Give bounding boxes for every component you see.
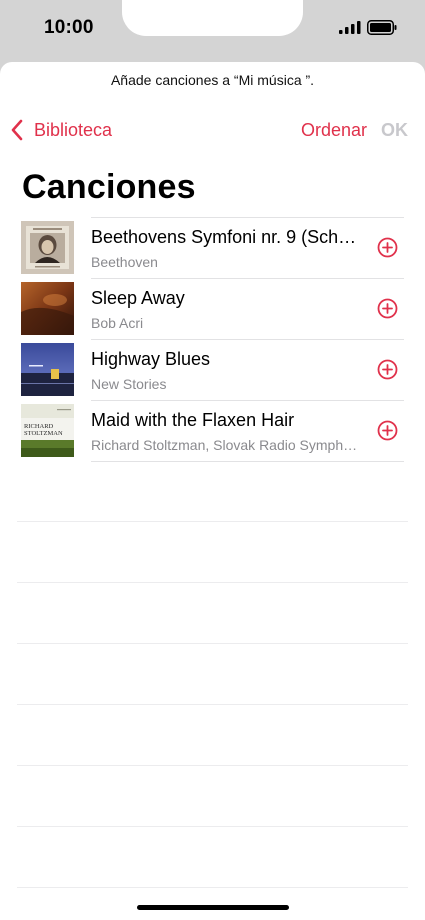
song-artist: Beethoven: [91, 254, 158, 270]
svg-text:STOLTZMAN: STOLTZMAN: [24, 430, 63, 437]
home-indicator[interactable]: [137, 905, 289, 910]
album-artwork: [21, 221, 74, 274]
empty-row-divider: [17, 521, 408, 522]
notch: [122, 0, 303, 36]
row-divider: [91, 278, 404, 279]
song-title: Beethovens Symfoni nr. 9 (Scherzo): [91, 227, 361, 247]
empty-row-divider: [17, 582, 408, 583]
album-artwork: [21, 282, 74, 335]
ok-button[interactable]: OK: [381, 120, 408, 141]
add-circle-icon[interactable]: [377, 237, 398, 258]
song-title: Highway Blues: [91, 349, 211, 369]
row-divider: [91, 339, 404, 340]
row-divider: [91, 217, 404, 218]
battery-icon: [367, 20, 397, 35]
song-title: Sleep Away: [91, 288, 185, 308]
sort-button[interactable]: Ordenar: [301, 120, 367, 141]
song-title: Maid with the Flaxen Hair: [91, 410, 295, 430]
chevron-left-icon: [11, 119, 23, 141]
svg-text:RICHARD: RICHARD: [24, 423, 54, 430]
empty-row-divider: [17, 887, 408, 888]
beethoven-portrait-image: [21, 221, 74, 274]
song-artist: New Stories: [91, 376, 167, 392]
cellular-signal-icon: [339, 21, 361, 34]
song-artist: Richard Stoltzman, Slovak Radio Symphony…: [91, 437, 361, 453]
back-button-label: Biblioteca: [34, 119, 113, 140]
add-circle-icon[interactable]: [377, 359, 398, 380]
list-item[interactable]: Beethovens Symfoni nr. 9 (Scherzo) Beeth…: [0, 217, 425, 278]
song-list: Beethovens Symfoni nr. 9 (Scherzo) Beeth…: [0, 217, 425, 462]
highway-blues-cover-image: [21, 343, 74, 396]
album-artwork: RICHARD STOLTZMAN: [21, 404, 74, 457]
status-bar: 10:00: [0, 0, 425, 60]
empty-row-divider: [17, 643, 408, 644]
add-songs-sheet: Añade canciones a “Mi música ”. Bibliote…: [0, 62, 425, 920]
album-artwork: [21, 343, 74, 396]
add-circle-icon[interactable]: [377, 420, 398, 441]
stoltzman-cover-image: RICHARD STOLTZMAN: [21, 404, 74, 457]
empty-row-divider: [17, 704, 408, 705]
back-button[interactable]: Biblioteca: [10, 118, 112, 142]
add-circle-icon[interactable]: [377, 298, 398, 319]
status-time: 10:00: [44, 17, 94, 38]
empty-row-divider: [17, 826, 408, 827]
sheet-prompt: Añade canciones a “Mi música ”.: [110, 72, 315, 88]
list-item[interactable]: RICHARD STOLTZMAN Maid with the Flaxen H…: [0, 400, 425, 461]
row-divider: [91, 400, 404, 401]
row-divider: [91, 461, 404, 462]
empty-row-divider: [17, 765, 408, 766]
sleep-away-cover-image: [21, 282, 74, 335]
song-artist: Bob Acri: [91, 315, 144, 331]
list-item[interactable]: Highway Blues New Stories: [0, 339, 425, 400]
page-title: Canciones: [22, 168, 196, 206]
list-item[interactable]: Sleep Away Bob Acri: [0, 278, 425, 339]
